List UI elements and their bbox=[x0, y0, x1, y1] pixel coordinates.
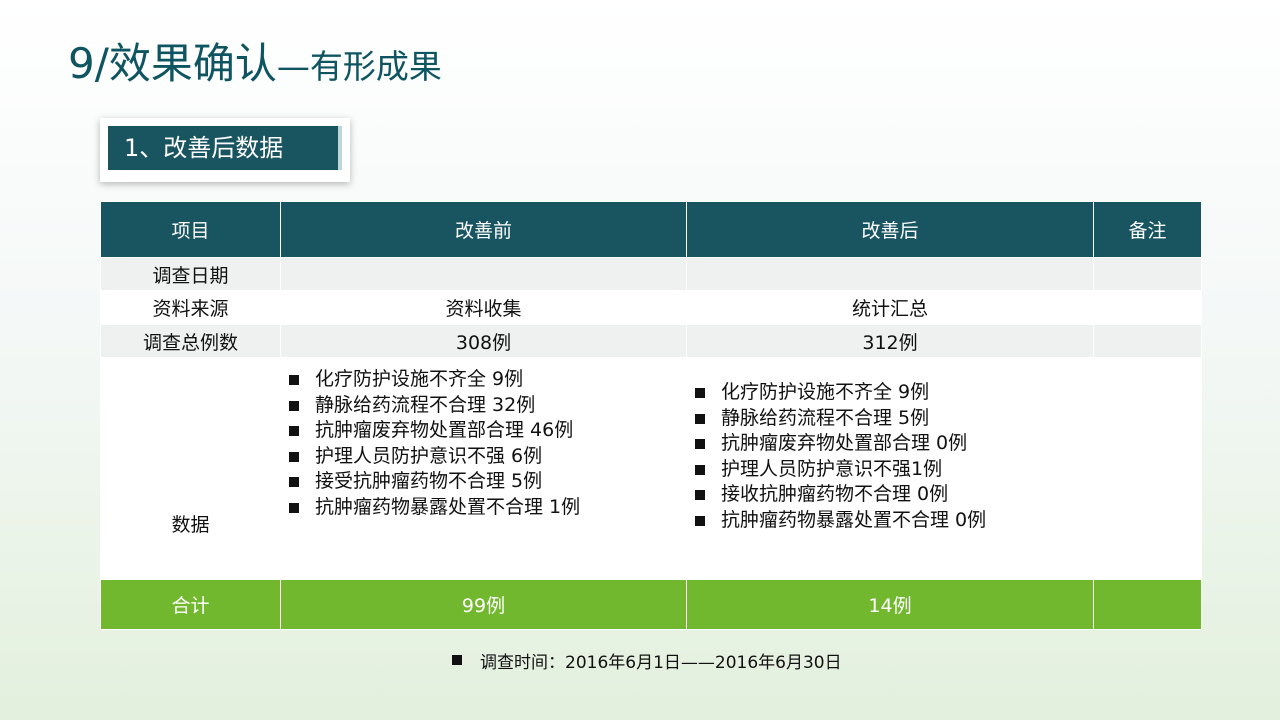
cell-before: 资料收集 bbox=[280, 290, 687, 325]
cell-note bbox=[1093, 290, 1202, 325]
list-item: 护理人员防护意识不强 6例 bbox=[287, 444, 686, 470]
comparison-table: 项目 改善前 改善后 备注 调查日期 资料来源 资料收集 统计汇总 调查总例数 … bbox=[100, 201, 1202, 630]
section-label-box: 1、改善后数据 bbox=[100, 118, 350, 182]
list-item: 抗肿瘤废弃物处置部合理 0例 bbox=[693, 431, 1093, 457]
cell-note bbox=[1093, 357, 1202, 580]
table-row-total: 合计 99例 14例 bbox=[100, 579, 1202, 630]
page-title-sub: —有形成果 bbox=[276, 47, 442, 86]
cell-before-list: 化疗防护设施不齐全 9例 静脉给药流程不合理 32例 抗肿瘤废弃物处置部合理 4… bbox=[280, 357, 687, 580]
list-item: 化疗防护设施不齐全 9例 bbox=[287, 367, 686, 393]
table-row-data: 数据 化疗防护设施不齐全 9例 静脉给药流程不合理 32例 抗肿瘤废弃物处置部合… bbox=[100, 357, 1202, 580]
list-item: 静脉给药流程不合理 5例 bbox=[693, 406, 1093, 432]
list-item: 护理人员防护意识不强1例 bbox=[693, 457, 1093, 483]
list-item: 接收抗肿瘤药物不合理 0例 bbox=[693, 482, 1093, 508]
square-bullet-icon bbox=[452, 655, 462, 665]
cell-after: 312例 bbox=[686, 324, 1094, 358]
page-title: 9/效果确认—有形成果 bbox=[68, 30, 442, 91]
cell-note bbox=[1093, 257, 1202, 291]
table-row: 资料来源 资料收集 统计汇总 bbox=[100, 290, 1202, 325]
row-label: 合计 bbox=[100, 579, 281, 630]
header-item: 项目 bbox=[100, 201, 281, 258]
header-before: 改善前 bbox=[280, 201, 687, 258]
header-note: 备注 bbox=[1093, 201, 1202, 258]
cell-before bbox=[280, 257, 687, 291]
list-item: 静脉给药流程不合理 32例 bbox=[287, 393, 686, 419]
survey-period-note: 调查时间：2016年6月1日——2016年6月30日 bbox=[452, 648, 842, 673]
cell-note bbox=[1093, 324, 1202, 358]
before-item-list: 化疗防护设施不齐全 9例 静脉给药流程不合理 32例 抗肿瘤废弃物处置部合理 4… bbox=[281, 358, 686, 521]
cell-after bbox=[686, 257, 1094, 291]
row-label: 调查总例数 bbox=[100, 324, 281, 358]
cell-note bbox=[1093, 579, 1202, 630]
row-label: 调查日期 bbox=[100, 257, 281, 291]
cell-before: 99例 bbox=[280, 579, 687, 630]
list-item: 化疗防护设施不齐全 9例 bbox=[693, 380, 1093, 406]
table-row: 调查日期 bbox=[100, 257, 1202, 291]
row-label: 资料来源 bbox=[100, 290, 281, 325]
row-label: 数据 bbox=[100, 357, 281, 580]
section-label: 1、改善后数据 bbox=[108, 126, 342, 170]
table-row: 调查总例数 308例 312例 bbox=[100, 324, 1202, 358]
cell-after: 14例 bbox=[686, 579, 1094, 630]
page-title-main: 9/效果确认 bbox=[68, 39, 277, 88]
list-item: 抗肿瘤药物暴露处置不合理 0例 bbox=[693, 508, 1093, 534]
list-item: 抗肿瘤药物暴露处置不合理 1例 bbox=[287, 495, 686, 521]
survey-period-text: 调查时间：2016年6月1日——2016年6月30日 bbox=[480, 653, 842, 673]
cell-after: 统计汇总 bbox=[686, 290, 1094, 325]
table-header-row: 项目 改善前 改善后 备注 bbox=[100, 201, 1202, 258]
after-item-list: 化疗防护设施不齐全 9例 静脉给药流程不合理 5例 抗肿瘤废弃物处置部合理 0例… bbox=[687, 358, 1093, 534]
list-item: 抗肿瘤废弃物处置部合理 46例 bbox=[287, 418, 686, 444]
list-item: 接受抗肿瘤药物不合理 5例 bbox=[287, 469, 686, 495]
cell-before: 308例 bbox=[280, 324, 687, 358]
header-after: 改善后 bbox=[686, 201, 1094, 258]
cell-after-list: 化疗防护设施不齐全 9例 静脉给药流程不合理 5例 抗肿瘤废弃物处置部合理 0例… bbox=[686, 357, 1094, 580]
